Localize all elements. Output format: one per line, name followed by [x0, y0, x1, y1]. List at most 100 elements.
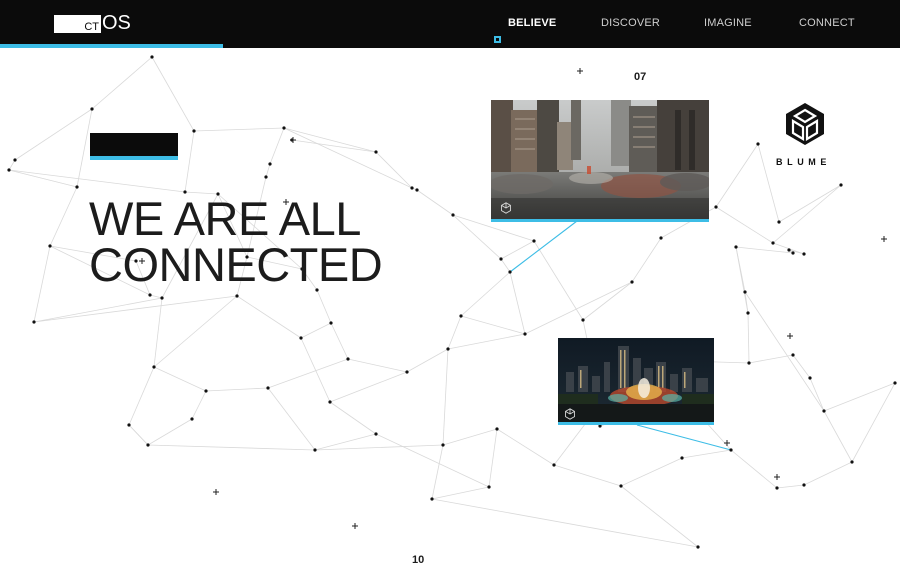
network-node: [775, 486, 779, 490]
network-line: [792, 354, 811, 379]
network-node: [771, 241, 775, 245]
network-line: [291, 139, 377, 153]
network-line: [488, 428, 498, 488]
network-line: [748, 354, 794, 364]
network-node: [495, 427, 499, 431]
network-node: [415, 188, 419, 192]
network-line: [823, 382, 896, 412]
network-line: [715, 206, 774, 244]
network-line: [744, 291, 825, 412]
network-line: [8, 169, 186, 193]
network-line: [329, 401, 377, 435]
network-line: [447, 333, 526, 350]
nav-item-believe[interactable]: BELIEVE: [508, 17, 556, 29]
headline-block: [90, 133, 178, 156]
network-line: [823, 410, 853, 463]
network-line: [442, 428, 498, 446]
hexagon-cube-icon[interactable]: [783, 102, 827, 146]
network-line: [14, 108, 93, 161]
network-line: [149, 294, 163, 299]
main-nav: BELIEVE DISCOVER IMAGINE CONNECT: [0, 17, 900, 43]
skyline-thumbnail: [558, 338, 714, 422]
slide-number-bottom: 10: [412, 554, 425, 566]
nav-item-discover[interactable]: DISCOVER: [601, 17, 660, 29]
network-node: [266, 386, 270, 390]
network-line: [851, 382, 896, 463]
network-line: [442, 348, 449, 446]
network-line: [803, 461, 853, 486]
nav-item-imagine[interactable]: IMAGINE: [704, 17, 752, 29]
network-node: [822, 409, 826, 413]
network-line: [776, 484, 805, 489]
network-node: [90, 107, 94, 111]
plus-marker-icon: [352, 523, 358, 529]
network-line: [447, 315, 462, 350]
network-node: [746, 311, 750, 315]
network-line: [375, 151, 413, 189]
slide-number-top: 07: [634, 71, 647, 83]
plus-marker-icon: [774, 474, 780, 480]
network-node: [282, 126, 286, 130]
network-line: [681, 449, 732, 459]
network-node: [235, 294, 239, 298]
network-line: [533, 240, 584, 321]
headline-accent-bar: [90, 156, 178, 160]
network-node: [850, 460, 854, 464]
network-node: [523, 332, 527, 336]
network-line: [300, 337, 331, 403]
network-line: [735, 246, 794, 254]
network-line: [193, 127, 285, 132]
network-line: [267, 387, 316, 451]
network-line: [509, 271, 526, 335]
network-node: [747, 361, 751, 365]
network-line: [283, 127, 377, 153]
network-line: [735, 246, 749, 314]
network-node: [190, 417, 194, 421]
title-line-1: WE ARE ALL: [89, 192, 361, 245]
network-line: [205, 387, 269, 392]
top-navigation-bar: CT OS BELIEVE DISCOVER IMAGINE CONNECT: [0, 0, 900, 48]
network-node: [791, 251, 795, 255]
network-line: [500, 258, 511, 273]
network-line: [128, 424, 149, 446]
network-node: [508, 270, 512, 274]
network-line: [431, 486, 490, 500]
video-card-street[interactable]: [491, 100, 709, 219]
network-node: [630, 280, 634, 284]
network-node: [619, 484, 623, 488]
network-line: [347, 358, 408, 373]
plus-marker-icon: [213, 489, 219, 495]
network-node: [430, 497, 434, 501]
network-node: [777, 220, 781, 224]
network-node: [264, 175, 268, 179]
video-card-skyline[interactable]: [558, 338, 714, 422]
network-line: [300, 322, 332, 339]
network-line: [553, 464, 622, 487]
network-line: [431, 444, 444, 500]
network-line: [267, 358, 349, 389]
plus-marker-icon: [881, 236, 887, 242]
network-node: [346, 357, 350, 361]
network-node: [729, 448, 733, 452]
nav-item-connect[interactable]: CONNECT: [799, 17, 855, 29]
network-line: [265, 163, 271, 178]
network-node: [487, 485, 491, 489]
network-node: [204, 389, 208, 393]
network-line: [460, 315, 526, 335]
network-node: [152, 365, 156, 369]
network-line: [153, 297, 163, 368]
network-node: [7, 168, 11, 172]
network-node: [791, 353, 795, 357]
brand-watermark-icon: [501, 202, 511, 214]
network-line: [747, 312, 750, 364]
network-node: [32, 320, 36, 324]
network-line: [153, 366, 207, 392]
network-node: [441, 443, 445, 447]
network-line: [416, 189, 454, 216]
header-progress-bar: [0, 44, 223, 48]
card-connector-line: [509, 220, 578, 273]
network-node: [696, 545, 700, 549]
network-line: [283, 127, 413, 189]
network-line: [524, 281, 633, 335]
network-node: [160, 296, 164, 300]
